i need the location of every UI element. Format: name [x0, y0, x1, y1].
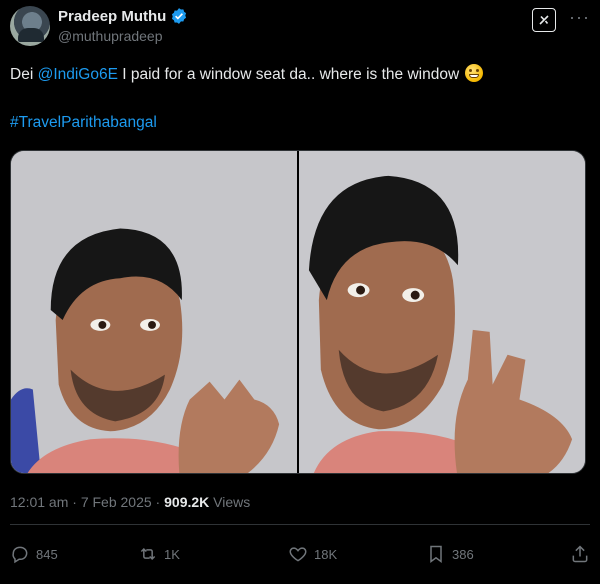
tweet-time[interactable]: 12:01 am: [10, 494, 68, 510]
mention-link[interactable]: @IndiGo6E: [38, 66, 118, 83]
like-count: 18K: [314, 546, 338, 562]
heart-icon: [289, 547, 307, 562]
repost-icon: [140, 547, 156, 561]
like-button[interactable]: 18K: [288, 544, 337, 564]
reply-icon: [12, 546, 28, 564]
divider: [10, 524, 590, 525]
selfie-image-2: [299, 151, 585, 473]
repost-count: 1K: [164, 546, 180, 562]
tweet-media: [10, 150, 586, 474]
tweet-text: Dei @IndiGo6E I paid for a window seat d…: [10, 64, 590, 86]
grimacing-face-emoji: [465, 64, 484, 82]
views-count: 909.2K: [164, 494, 210, 510]
tweet-text-before: Dei: [10, 66, 38, 83]
media-photo-1[interactable]: [11, 151, 297, 473]
repost-button[interactable]: 1K: [138, 544, 180, 564]
views-label: Views: [213, 494, 251, 510]
selfie-image-1: [11, 151, 297, 473]
meta-separator: ·: [68, 494, 81, 510]
tweet-text-after: I paid for a window seat da.. where is t…: [117, 66, 464, 83]
author-handle[interactable]: @muthupradeep: [58, 28, 163, 44]
bookmark-count: 386: [452, 546, 474, 562]
author-display-name[interactable]: Pradeep Muthu: [58, 8, 166, 25]
media-photo-2[interactable]: [299, 151, 585, 473]
hashtag-link[interactable]: #TravelParithabangal: [10, 114, 157, 131]
reply-button[interactable]: 845: [10, 544, 58, 564]
more-options-icon[interactable]: ···: [569, 8, 590, 26]
tweet-date[interactable]: 7 Feb 2025: [81, 494, 152, 510]
share-icon: [572, 545, 588, 563]
tweet-meta: 12:01 am · 7 Feb 2025 · 909.2K Views: [10, 494, 250, 510]
bookmark-icon: [430, 545, 442, 563]
action-bar: 845 1K 18K 386: [10, 544, 590, 566]
share-button[interactable]: [570, 544, 590, 564]
hashtag-line: #TravelParithabangal: [10, 114, 157, 132]
tweet-header: Pradeep Muthu @muthupradeep ···: [10, 6, 590, 50]
bookmark-button[interactable]: 386: [426, 544, 474, 564]
verified-badge-icon: [172, 8, 187, 24]
author-name-row: Pradeep Muthu: [58, 7, 188, 25]
grok-icon[interactable]: [532, 8, 556, 32]
reply-count: 845: [36, 546, 58, 562]
meta-separator-2: ·: [151, 494, 165, 510]
avatar[interactable]: [10, 6, 50, 46]
